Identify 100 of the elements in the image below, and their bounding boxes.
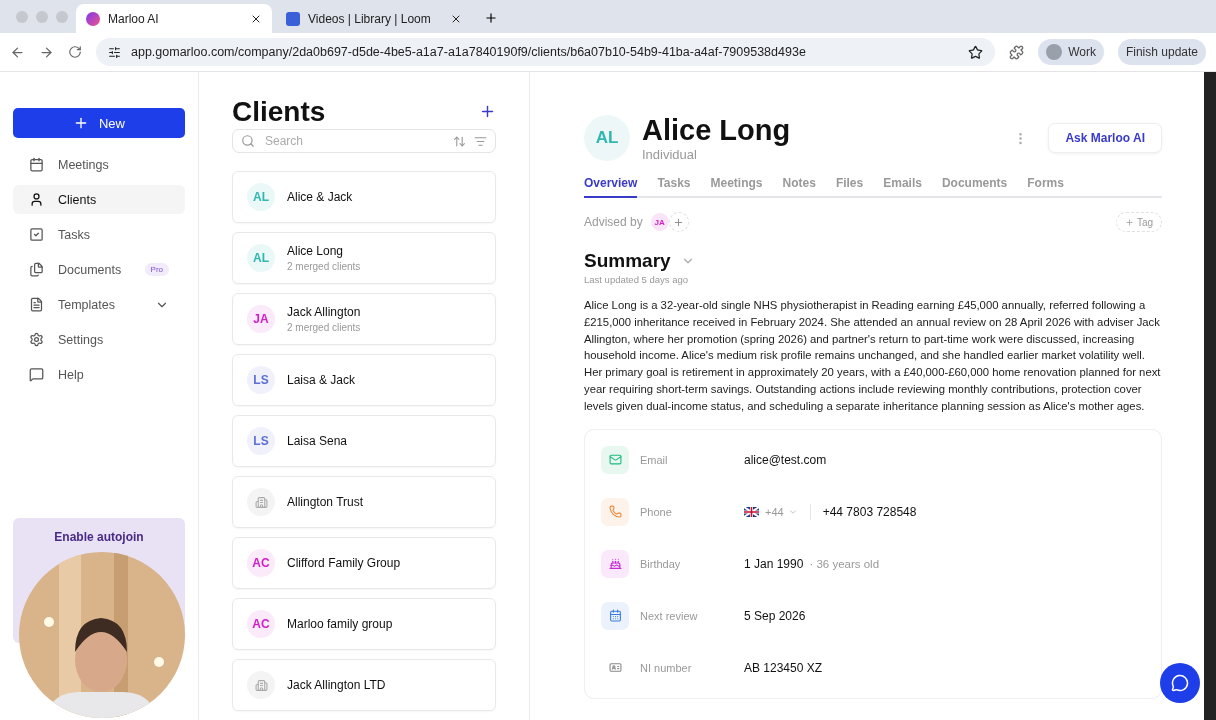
plus-icon xyxy=(73,115,89,131)
sidebar-item[interactable]: Documents Pro xyxy=(13,255,185,284)
client-card[interactable]: Allington Trust xyxy=(232,476,496,528)
sidebar-item[interactable]: Help xyxy=(13,360,185,389)
cake-icon xyxy=(601,549,629,578)
building-icon xyxy=(247,488,275,516)
field-label: Next review xyxy=(640,609,699,622)
user-icon xyxy=(29,192,44,207)
update-button[interactable]: Finish update xyxy=(1117,39,1206,65)
search-icon xyxy=(241,134,255,149)
sidebar-item[interactable]: Meetings xyxy=(13,150,185,179)
client-name: Laisa & Jack xyxy=(287,373,356,387)
chat-icon xyxy=(29,367,44,382)
client-name: Alice Long xyxy=(642,114,791,147)
back-icon[interactable] xyxy=(10,44,25,60)
browser-tab[interactable]: Videos | Library | Loom xyxy=(276,4,472,33)
field-label: Birthday xyxy=(640,557,682,570)
initials-avatar: LS xyxy=(247,366,275,394)
age-note: · 36 years old xyxy=(809,557,880,570)
calendar-icon xyxy=(601,601,629,630)
filter-icon[interactable] xyxy=(474,134,487,148)
building-icon xyxy=(247,671,275,699)
add-adviser-icon[interactable] xyxy=(668,212,689,232)
client-type: Individual xyxy=(642,147,698,162)
documents-icon xyxy=(29,262,44,277)
client-card[interactable]: AL Alice & Jack xyxy=(232,171,496,223)
initials-avatar: AC xyxy=(247,549,275,577)
extensions-icon[interactable] xyxy=(1009,44,1025,60)
mail-icon xyxy=(601,445,629,474)
last-updated: Last updated 5 days ago xyxy=(584,274,690,285)
field-value: AB 123450 XZ xyxy=(744,660,823,675)
profile-chip[interactable]: Work xyxy=(1038,39,1104,65)
client-card[interactable]: Jack Allington LTD xyxy=(232,659,496,711)
window-zoom-dot[interactable] xyxy=(56,11,68,23)
client-name: Alice & Jack xyxy=(287,190,353,204)
avatar-icon xyxy=(1046,44,1063,60)
sidebar-item[interactable]: Templates xyxy=(13,290,185,319)
summary-text: Alice Long is a 32-year-old single NHS physiotherapist in Reading earning £45,000 annually, referred following a £215,000 inheritance received in February 2024. She attended an annual review on 28 April 2026 with adviser Jack Allington, where her promotion (spring 2026) and partner's return to part-time work were discussed, increasing household income. Alice's medium risk profile remains unchanged, and she handled earlier market volatility well. Her primary goal is retirement in approximately 20 years, with a £40,000-£60,000 home renovation planned for next year requiring short-term savings. Outstanding actions include reviewing monthly contributions, protection cover levels given dual-income status, and scheduling a separate inheritance planning session as Alice's mother ages. xyxy=(584,298,1162,414)
field-label: NI number xyxy=(640,661,693,674)
phone-icon xyxy=(601,497,629,526)
initials-avatar: AC xyxy=(247,610,275,638)
template-icon xyxy=(29,297,44,312)
field-label: Email xyxy=(640,453,669,466)
field-value: alice@test.com xyxy=(744,452,827,467)
window-close-dot[interactable] xyxy=(16,11,28,23)
chat-button[interactable] xyxy=(1160,663,1200,703)
page-title: Clients xyxy=(232,95,326,128)
calendar-icon xyxy=(29,157,44,172)
search-box[interactable]: Search xyxy=(232,129,496,153)
tab-favicon-icon xyxy=(86,11,100,26)
client-name: Alice Long xyxy=(287,244,345,258)
section-title: Summary xyxy=(584,250,671,272)
client-card[interactable]: JA Jack Allington 2 merged clients xyxy=(232,293,496,345)
client-subtitle: 2 merged clients xyxy=(287,261,361,272)
field-value: +44 7803 728548 xyxy=(822,504,917,519)
client-card[interactable]: LS Laisa & Jack xyxy=(232,354,496,406)
client-name: Jack Allington xyxy=(287,305,361,319)
client-name: Allington Trust xyxy=(287,495,364,509)
tab-favicon-icon xyxy=(286,11,300,26)
browser-tab[interactable]: Marloo AI xyxy=(76,4,272,33)
promo-title: Enable autojoin xyxy=(54,530,144,546)
site-settings-icon[interactable] xyxy=(108,45,121,59)
flag-icon[interactable] xyxy=(744,506,759,517)
reload-icon[interactable] xyxy=(68,45,82,59)
checkbox-icon xyxy=(29,227,44,242)
field-value: 1 Jan 1990 xyxy=(744,556,804,571)
client-card[interactable]: AC Clifford Family Group xyxy=(232,537,496,589)
adviser-avatar: JA xyxy=(650,213,669,231)
sidebar-item[interactable]: Settings xyxy=(13,325,185,354)
sidebar-item[interactable]: Tasks xyxy=(13,220,185,249)
client-name: Clifford Family Group xyxy=(287,556,401,570)
initials-avatar: AL xyxy=(584,115,630,161)
initials-avatar: AL xyxy=(247,244,275,272)
initials-avatar: AL xyxy=(247,183,275,211)
client-card[interactable]: AL Alice Long 2 merged clients xyxy=(232,232,496,284)
settings-icon xyxy=(29,332,44,347)
sort-icon[interactable] xyxy=(453,134,466,148)
client-name: Jack Allington LTD xyxy=(287,678,386,692)
plus-icon xyxy=(1124,217,1134,227)
tab[interactable]: Overview xyxy=(584,172,638,198)
forward-icon[interactable] xyxy=(39,44,54,60)
chat-icon xyxy=(1171,674,1189,692)
client-name: Marloo family group xyxy=(287,617,393,631)
window-minimize-dot[interactable] xyxy=(36,11,48,23)
address-bar[interactable]: app.gomarloo.com/company/2da0b697-d5de-4be5-a1a7-a1a7840190f9/clients/b6a07b10-54b9-41ba-a4af-7909538d493e xyxy=(96,38,996,66)
client-card[interactable]: AC Marloo family group xyxy=(232,598,496,650)
bookmark-star-icon[interactable] xyxy=(968,44,984,60)
initials-avatar: JA xyxy=(247,305,275,333)
new-button[interactable]: New xyxy=(13,108,185,138)
client-subtitle: 2 merged clients xyxy=(287,322,361,333)
client-card[interactable]: LS Laisa Sena xyxy=(232,415,496,467)
sidebar-item[interactable]: Clients xyxy=(13,185,185,214)
initials-avatar: LS xyxy=(247,427,275,455)
client-name: Laisa Sena xyxy=(287,434,348,448)
field-value: 5 Sep 2026 xyxy=(744,608,806,623)
field-label: Phone xyxy=(640,505,673,518)
new-tab-icon[interactable] xyxy=(484,11,498,25)
pro-badge: Pro xyxy=(144,263,169,276)
advised-by-label: Advised by xyxy=(584,215,643,229)
ask-ai-button[interactable]: Ask Marloo AI xyxy=(1048,123,1162,153)
